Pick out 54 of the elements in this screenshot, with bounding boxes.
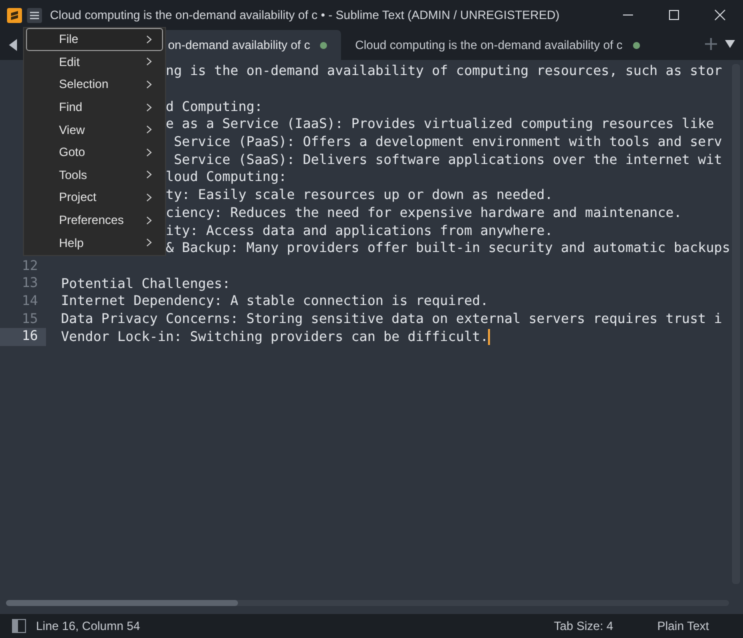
menu-item[interactable]: Edit (26, 50, 163, 74)
code-line: & Backup: Many providers offer built-in security and automatic backups (166, 241, 730, 256)
code-line: d Computing: (166, 100, 263, 115)
app-logo-icon (7, 8, 22, 22)
new-tab-icon[interactable] (705, 38, 717, 50)
maximize-icon (668, 9, 680, 21)
menu-item[interactable]: View (26, 118, 163, 141)
editor-tab[interactable]: on-demand availability of c (166, 30, 342, 60)
code-line: ciency: Reduces the need for expensive hardware and maintenance. (166, 206, 682, 221)
window-title: Cloud computing is the on-demand availability of c • - Sublime Text (ADMIN / UNREGISTERED) (50, 8, 560, 22)
code-line: Service (PaaS): Offers a development environment with tools and serv (172, 135, 722, 150)
menu-item[interactable]: Goto (26, 140, 163, 164)
menu-item[interactable]: Help (26, 231, 163, 254)
menu-item[interactable]: Preferences (26, 208, 163, 232)
code-line: Potential Challenges: (61, 276, 230, 292)
editor-tab[interactable]: Cloud computing is the on-demand availability of c (341, 30, 654, 60)
code-line: Service (SaaS): Delivers software applications over the internet wit (172, 152, 722, 168)
code-line: ty: Easily scale resources up or down as needed. (166, 188, 553, 204)
line-number: 15 (20, 310, 38, 328)
menu-item[interactable]: Tools (26, 164, 163, 186)
chevron-icon (146, 80, 152, 89)
chevron-icon (146, 216, 152, 225)
menu-icon[interactable] (27, 8, 42, 22)
chevron-icon (146, 238, 152, 248)
sidebar-toggle-icon[interactable] (12, 619, 26, 633)
menu-item[interactable]: Selection (26, 73, 163, 96)
menu-item[interactable]: Project (26, 186, 163, 209)
scroll-left-icon[interactable] (8, 39, 18, 51)
tab-list-icon[interactable] (725, 40, 735, 48)
chevron-icon (146, 102, 152, 112)
cursor-position[interactable]: Line 16, Column 54 (36, 619, 140, 633)
menu-item[interactable]: Find (26, 96, 163, 118)
code-line: ng is the on-demand availability of computing resources, such as stor (166, 64, 722, 80)
code-line: loud Computing: (166, 170, 287, 186)
chevron-icon (146, 192, 152, 202)
code-line: Vendor Lock-in: Switching providers can be difficult. (61, 330, 488, 345)
chevron-icon (146, 34, 152, 44)
menu-item[interactable]: File (26, 28, 163, 51)
line-number: 12 (20, 258, 38, 276)
code-line: ity: Access data and applications from anywhere. (166, 224, 553, 239)
line-number: 16 (0, 328, 46, 346)
line-number: 13 (20, 275, 38, 293)
chevron-icon (146, 125, 152, 134)
close-icon (714, 9, 726, 21)
tab-size[interactable]: Tab Size: 4 (554, 619, 614, 633)
syntax-mode[interactable]: Plain Text (657, 619, 709, 633)
code-line: e as a Service (IaaS): Provides virtualized computing resources like (166, 117, 714, 132)
chevron-icon (146, 170, 152, 180)
code-line: Internet Dependency: A stable connection is required. (61, 294, 488, 310)
horizontal-scrollbar[interactable] (6, 600, 729, 606)
chevron-icon (146, 148, 152, 157)
line-number: 14 (20, 292, 38, 311)
code-line: Data Privacy Concerns: Storing sensitive data on external servers requires trust i (61, 312, 722, 327)
chevron-icon (146, 57, 152, 66)
